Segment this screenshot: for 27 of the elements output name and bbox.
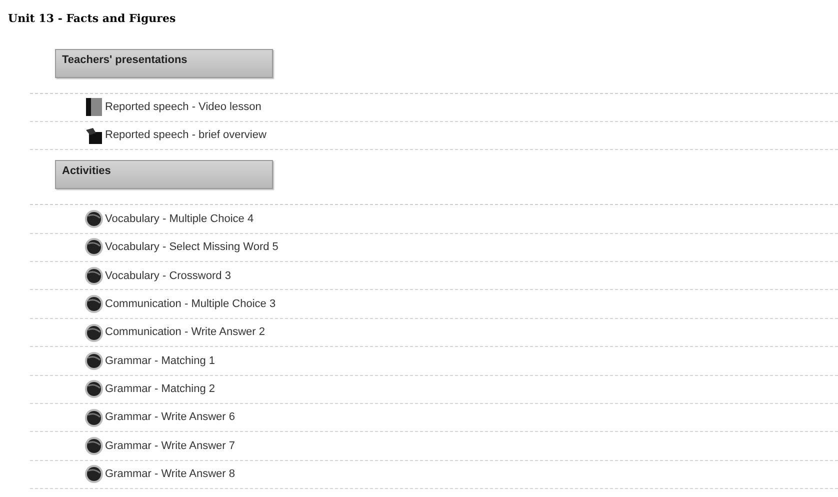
globe-icon bbox=[84, 322, 104, 343]
slideshow-icon bbox=[84, 126, 104, 146]
resource-link[interactable]: Vocabulary - Crossword 3 bbox=[84, 266, 231, 286]
resource-link[interactable]: Grammar - Matching 2 bbox=[84, 379, 216, 400]
globe-icon bbox=[84, 379, 104, 400]
globe-icon bbox=[84, 266, 104, 286]
resource-link[interactable]: Grammar - Write Answer 7 bbox=[84, 436, 235, 456]
globe-icon bbox=[84, 464, 104, 484]
globe-icon bbox=[84, 350, 104, 371]
section-heading: Activities bbox=[55, 160, 273, 190]
globe-icon bbox=[84, 208, 104, 229]
globe-icon bbox=[84, 408, 104, 428]
section-heading: Teachers' presentations bbox=[55, 48, 273, 78]
resource-link[interactable]: Grammar - Matching 1 bbox=[84, 350, 216, 371]
page-title: Unit 13 - Facts and Figures bbox=[8, 11, 177, 27]
resource-link[interactable]: Grammar - Write Answer 6 bbox=[84, 408, 235, 428]
resource-link[interactable]: Communication - Multiple Choice 3 bbox=[84, 294, 276, 314]
resource-link[interactable]: Vocabulary - Multiple Choice 4 bbox=[84, 208, 254, 229]
resource-link[interactable]: Reported speech - Video lesson bbox=[84, 97, 262, 118]
globe-icon bbox=[84, 436, 104, 456]
film-icon bbox=[84, 97, 104, 118]
resource-link[interactable]: Grammar - Write Answer 8 bbox=[84, 464, 235, 484]
resource-link[interactable]: Reported speech - brief overview bbox=[84, 126, 266, 146]
resource-link[interactable]: Communication - Write Answer 2 bbox=[84, 322, 265, 343]
globe-icon bbox=[84, 294, 104, 314]
globe-icon bbox=[84, 237, 104, 258]
resource-link[interactable]: Vocabulary - Select Missing Word 5 bbox=[84, 237, 278, 258]
